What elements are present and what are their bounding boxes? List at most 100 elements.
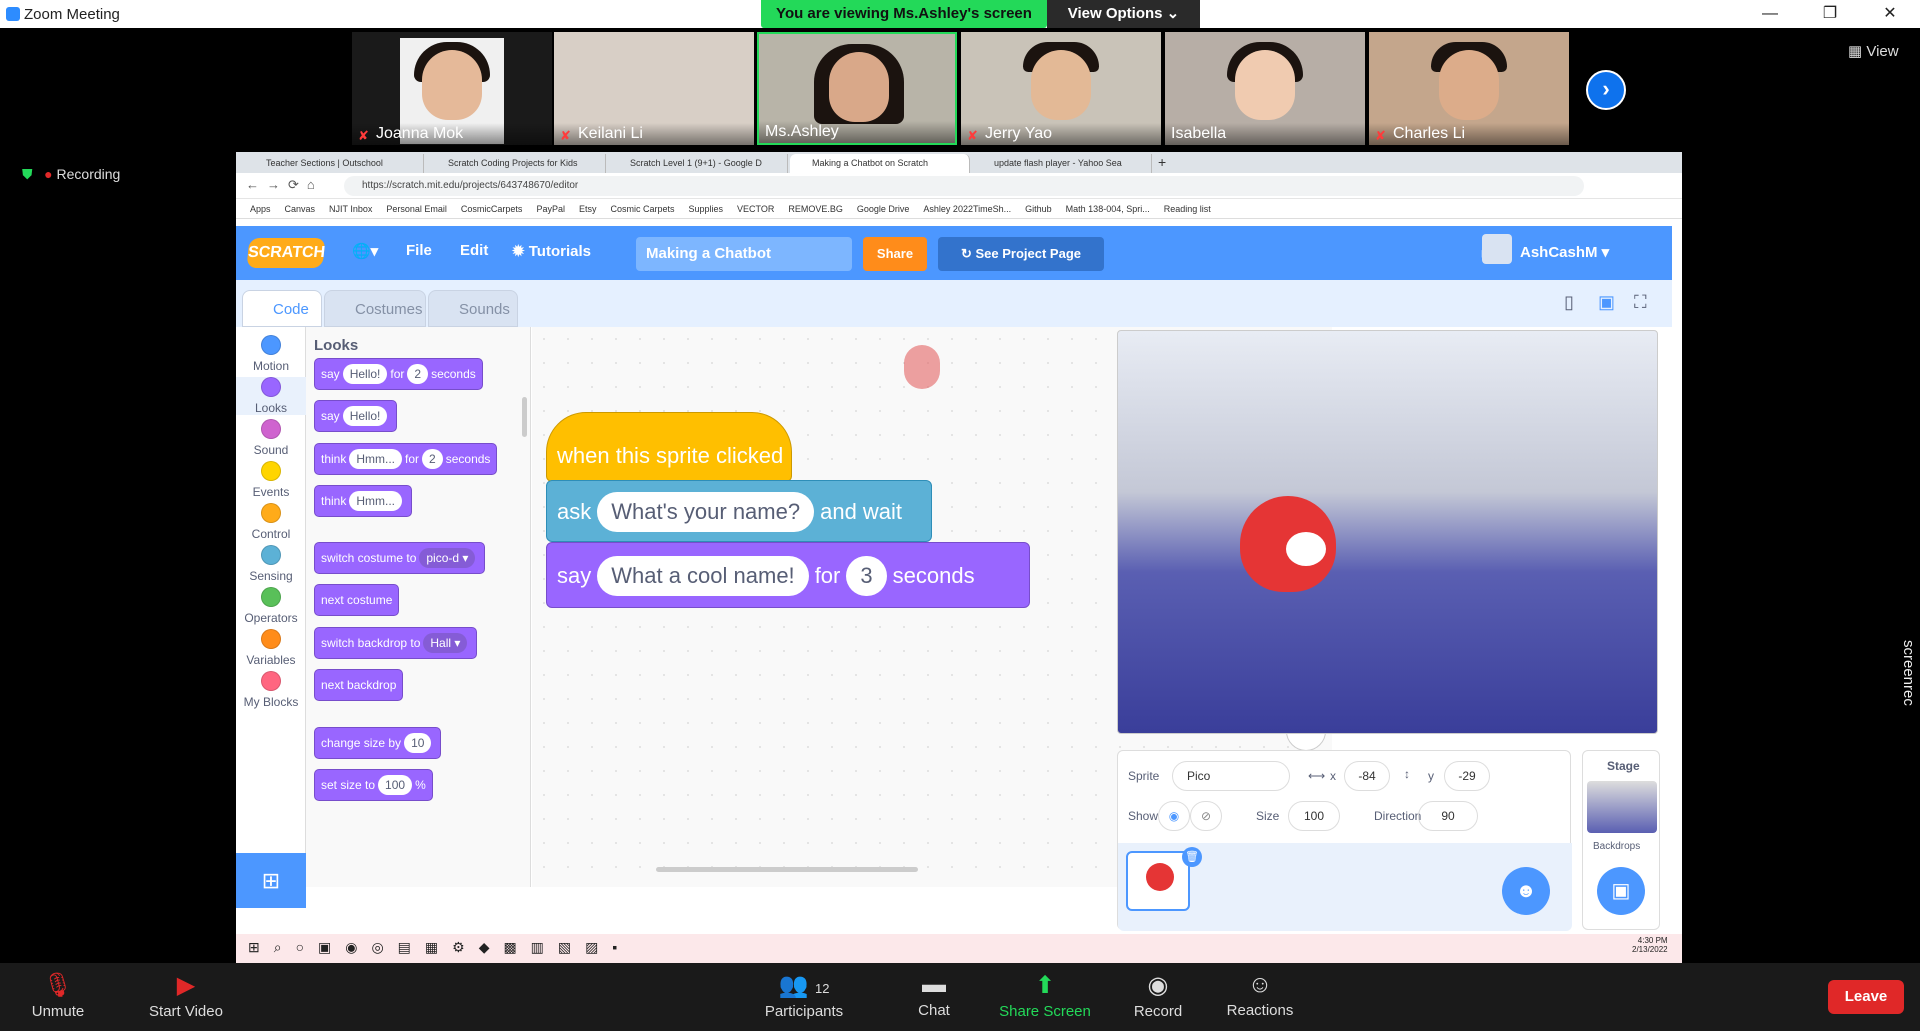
think-block[interactable]: think Hmm... [314,485,413,517]
minimize-icon[interactable]: — [1740,0,1800,28]
leave-button[interactable]: Leave [1828,980,1904,1014]
palette-scrollbar[interactable] [522,397,527,437]
next-page-button[interactable]: › [1586,70,1626,110]
restore-icon[interactable]: ❐ [1800,0,1860,28]
category-sound[interactable]: Sound [236,419,306,457]
bookmark[interactable]: CosmicCarpets [461,199,523,218]
share-screen-button[interactable]: ⬆ Share Screen [994,971,1096,1020]
category-events[interactable]: Events [236,461,306,499]
delete-sprite-icon[interactable]: 🗑 [1182,847,1202,867]
project-title-input[interactable]: Making a Chatbot [636,237,852,271]
say-block[interactable]: say Hello! [314,400,398,432]
chat-button[interactable]: ▬ Chat [906,971,962,1019]
category-control[interactable]: Control [236,503,306,541]
participant-tile[interactable]: ✘ Jerry Yao [961,32,1161,145]
view-options-button[interactable]: View Options ⌄ [1047,0,1200,28]
bookmark[interactable]: VECTOR [737,199,774,218]
tab-sounds[interactable]: Sounds [428,290,518,327]
bookmark[interactable]: Apps [250,199,271,218]
user-menu[interactable]: AshCashM ▾ [1482,234,1609,264]
browser-tab[interactable]: Scratch Level 1 (9+1) - Google D [608,154,788,173]
show-visible-icon[interactable]: ◉ [1158,801,1190,831]
new-tab-icon[interactable]: + [1158,154,1166,170]
next-costume-block[interactable]: next costume [314,584,400,616]
taskbar-icons[interactable]: ⊞⌕○▣◉◎▤▦⚙◆▩▥▧▨▪ [248,939,631,956]
sprite-thumbnail[interactable] [1126,851,1190,911]
say-for-seconds-block[interactable]: say What a cool name! for 3 seconds [546,542,1030,608]
bookmark[interactable]: Github [1025,199,1052,218]
reactions-button[interactable]: ☺ Reactions [1220,971,1300,1019]
start-video-button[interactable]: ▶ Start Video [134,971,238,1020]
file-menu[interactable]: File [406,242,432,259]
category-operators[interactable]: Operators [236,587,306,625]
category-my-blocks[interactable]: My Blocks [236,671,306,709]
participant-tile[interactable]: ✘ Joanna Mok [352,32,552,145]
bookmark[interactable]: REMOVE.BG [788,199,843,218]
unmute-button[interactable]: 🎙 Unmute [26,971,90,1020]
globe-icon[interactable]: 🌐▾ [352,242,378,260]
bookmark[interactable]: NJIT Inbox [329,199,372,218]
fullscreen-icon[interactable]: ⛶ [1634,292,1647,313]
size-input[interactable]: 100 [1288,801,1340,831]
browser-tab[interactable]: Teacher Sections | Outschool [244,154,424,173]
add-sprite-button[interactable]: ☻ [1502,867,1550,915]
url-input[interactable]: https://scratch.mit.edu/projects/6437486… [344,176,1584,196]
tab-costumes[interactable]: Costumes [324,290,426,327]
bookmark[interactable]: Reading list [1164,199,1211,218]
think-for-block[interactable]: think Hmm... for 2 seconds [314,443,498,475]
show-hidden-icon[interactable]: ⊘ [1190,801,1222,831]
category-sensing[interactable]: Sensing [236,545,306,583]
switch-costume-block[interactable]: switch costume to pico-d ▾ [314,542,486,574]
browser-tab[interactable]: update flash player - Yahoo Sea [972,154,1152,173]
close-icon[interactable]: ✕ [1860,0,1920,28]
tab-code[interactable]: Code [242,290,322,327]
bookmark[interactable]: PayPal [536,199,565,218]
script-scrollbar[interactable] [656,867,918,872]
participant-tile[interactable]: ✘ Charles Li [1369,32,1569,145]
next-backdrop-block[interactable]: next backdrop [314,669,404,701]
participant-tile[interactable]: ✘ Keilani Li [554,32,754,145]
x-input[interactable]: -84 [1344,761,1390,791]
stage-canvas[interactable] [1117,330,1658,734]
bookmark[interactable]: Cosmic Carpets [610,199,674,218]
switch-backdrop-block[interactable]: switch backdrop to Hall ▾ [314,627,478,659]
bookmark[interactable]: Ashley 2022TimeSh... [923,199,1011,218]
scratch-logo[interactable]: SCRATCH [246,238,326,268]
participant-tile[interactable]: Isabella [1165,32,1365,145]
small-stage-icon[interactable]: ▯ [1564,292,1574,313]
edit-menu[interactable]: Edit [460,242,488,259]
when-sprite-clicked-block[interactable]: when this sprite clicked [546,412,792,482]
category-variables[interactable]: Variables [236,629,306,667]
say-for-block[interactable]: say Hello! for 2 seconds [314,358,483,390]
change-size-block[interactable]: change size by 10 [314,727,442,759]
browser-tab[interactable]: Scratch Coding Projects for Kids [426,154,606,173]
bookmark[interactable]: Etsy [579,199,597,218]
bookmark[interactable]: Personal Email [386,199,447,218]
stage-thumbnail[interactable] [1587,781,1657,833]
participant-tile-active[interactable]: Ms.Ashley [757,32,957,145]
direction-input[interactable]: 90 [1418,801,1478,831]
pico-sprite[interactable] [1240,496,1336,592]
nav-buttons-icon[interactable]: ←→⟳⌂ [246,177,323,193]
share-button[interactable]: Share [863,237,927,271]
stage-selector[interactable]: Stage Backdrops ▣ [1582,750,1660,930]
large-stage-icon[interactable]: ▣ [1598,292,1615,313]
tutorials-button[interactable]: ✹ Tutorials [512,242,591,260]
browser-tab-active[interactable]: Making a Chatbot on Scratch [790,154,970,173]
bookmark[interactable]: Google Drive [857,199,910,218]
category-looks[interactable]: Looks [236,377,306,415]
see-project-page-button[interactable]: ↻ See Project Page [938,237,1104,271]
bookmark[interactable]: Math 138-004, Spri... [1066,199,1150,218]
bookmark[interactable]: Canvas [285,199,316,218]
set-size-block[interactable]: set size to 100% [314,769,433,801]
category-motion[interactable]: Motion [236,335,306,373]
participants-button[interactable]: 👥 12 Participants [756,971,852,1020]
y-input[interactable]: -29 [1444,761,1490,791]
bookmark[interactable]: Supplies [689,199,724,218]
add-extension-button[interactable]: ⊞ [236,853,306,908]
view-button[interactable]: ▦ View [1848,42,1899,60]
ask-and-wait-block[interactable]: ask What's your name? and wait [546,480,932,542]
sprite-name-input[interactable]: Pico [1172,761,1290,791]
record-button[interactable]: ◉ Record [1128,971,1188,1020]
add-backdrop-button[interactable]: ▣ [1597,867,1645,915]
